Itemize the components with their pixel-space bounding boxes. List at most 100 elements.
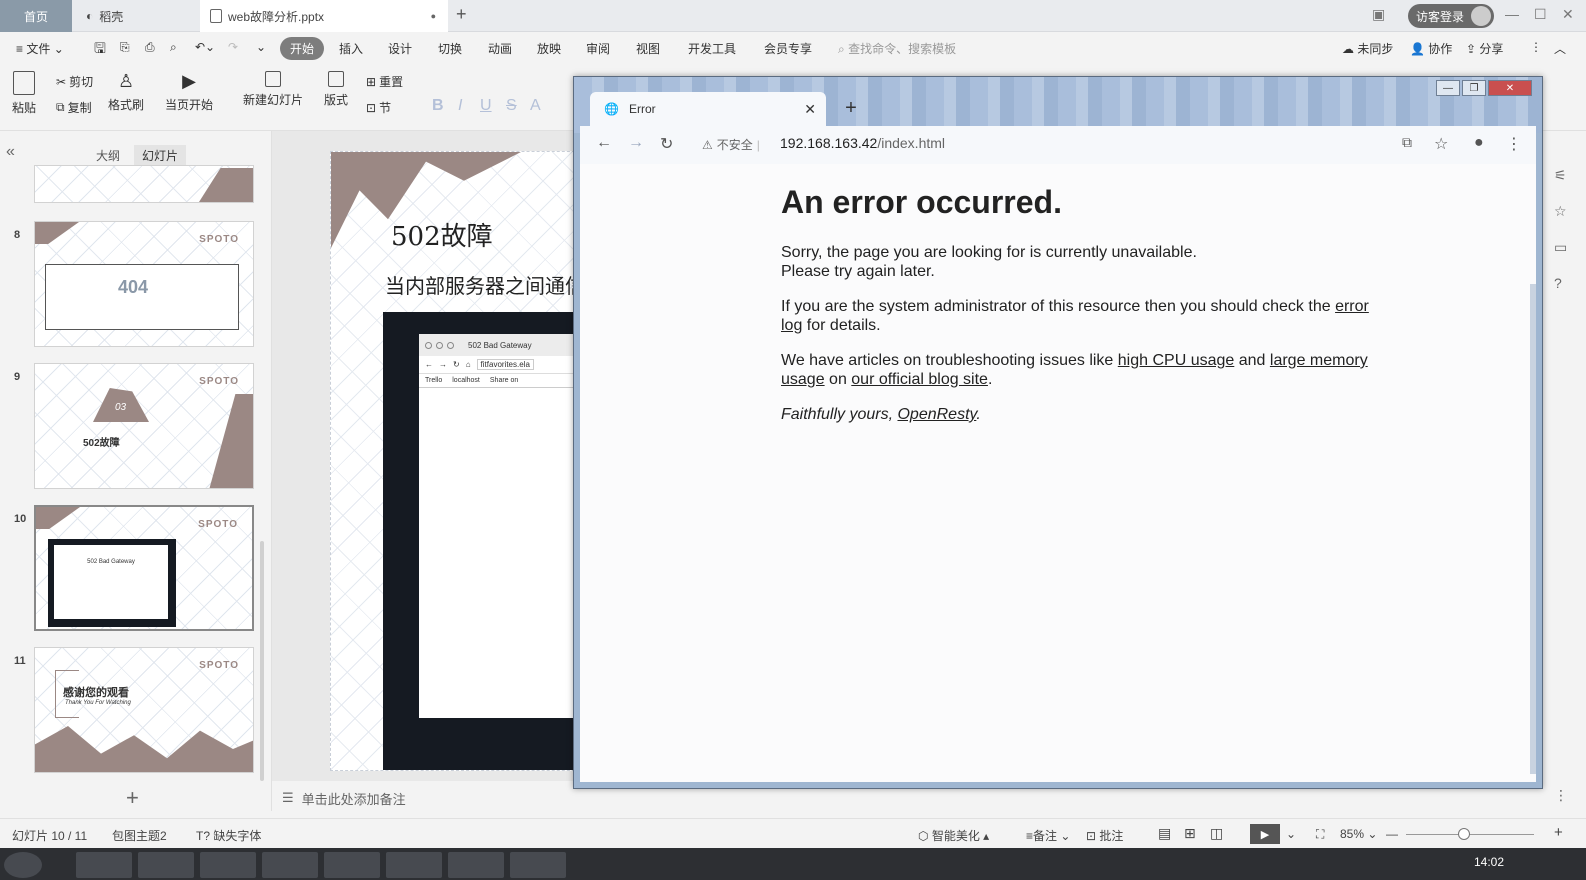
tab-close-icon[interactable]: ✕ <box>804 101 816 118</box>
minimize-icon[interactable]: — <box>1505 6 1519 22</box>
browser-minimize-icon[interactable]: — <box>1436 80 1460 96</box>
slide-subtitle[interactable]: 当内部服务器之间通信 <box>385 270 585 299</box>
comment-icon[interactable]: ▭ <box>1554 239 1567 256</box>
tab-home[interactable]: 首页 <box>0 0 72 32</box>
menu-member[interactable]: 会员专享 <box>764 40 812 57</box>
redo-icon[interactable]: ↷ <box>228 40 238 54</box>
save-icon[interactable]: 🖫 <box>94 38 106 62</box>
undo-icon[interactable]: ↶⌄ <box>195 40 215 54</box>
slide-thumbnail-7[interactable] <box>34 165 254 203</box>
share-button[interactable]: ⇪ 分享 <box>1466 40 1503 57</box>
reset-button[interactable]: ⊞ 重置 <box>366 73 403 90</box>
window-layout-icon[interactable]: ▣ <box>1372 6 1385 23</box>
more-dots-icon[interactable]: ⋮ <box>1554 787 1568 804</box>
page-scrollbar[interactable] <box>1530 284 1536 774</box>
menu-transition[interactable]: 切换 <box>438 40 462 57</box>
bold-icon[interactable]: B <box>432 97 444 115</box>
taskbar-app[interactable] <box>200 852 256 878</box>
strikethrough-icon[interactable]: S <box>506 97 517 115</box>
add-slide-icon[interactable]: + <box>126 785 139 811</box>
command-search[interactable]: ⌕ 查找命令、搜索模板 <box>838 40 956 57</box>
new-slide-button[interactable]: 新建幻灯片 <box>243 71 303 108</box>
font-color-icon[interactable]: A <box>530 97 541 115</box>
menu-home[interactable]: 开始 <box>280 37 325 60</box>
profile-icon[interactable]: ● <box>1474 134 1484 152</box>
bookmark-star-icon[interactable]: ☆ <box>1434 134 1448 154</box>
menu-view[interactable]: 视图 <box>636 40 660 57</box>
close-icon[interactable]: ✕ <box>1562 6 1574 23</box>
openresty-link[interactable]: OpenResty <box>897 406 976 423</box>
zoom-in-icon[interactable]: + <box>1554 824 1563 841</box>
comments-toggle[interactable]: ⊡ 批注 <box>1086 827 1123 844</box>
adjust-icon[interactable]: ⚟ <box>1554 167 1567 184</box>
panel-scrollbar[interactable] <box>260 541 264 781</box>
cut-button[interactable]: ✂ 剪切 <box>56 73 93 90</box>
slide-title[interactable]: 502故障 <box>391 216 493 253</box>
taskbar-app[interactable] <box>510 852 566 878</box>
collapse-panel-icon[interactable]: « <box>6 143 15 161</box>
underline-icon[interactable]: U <box>480 97 492 115</box>
browser-menu-icon[interactable]: ⋮ <box>1506 134 1522 154</box>
fit-window-icon[interactable]: ⛶ <box>1316 827 1324 842</box>
tab-outline[interactable]: 大纲 <box>88 145 128 166</box>
zoom-level[interactable]: 85% ⌄ <box>1340 827 1377 841</box>
customize-icon[interactable]: ⌄ <box>256 40 266 54</box>
taskbar-app[interactable] <box>76 852 132 878</box>
browser-window[interactable]: — ❐ ✕ 🌐 Error ✕ + ← → ↻ ⚠ 不安全 | 192.168.… <box>573 76 1543 789</box>
menu-review[interactable]: 审阅 <box>586 40 610 57</box>
slide-thumbnail-8[interactable]: SPOTO 404 <box>34 221 254 347</box>
print-preview-icon[interactable]: ⌕ <box>170 40 177 55</box>
maximize-icon[interactable]: ☐ <box>1534 6 1547 23</box>
play-options-icon[interactable]: ⌄ <box>1286 827 1296 841</box>
taskbar-app[interactable] <box>448 852 504 878</box>
copy-button[interactable]: ⧉ 复制 <box>56 99 92 116</box>
reload-icon[interactable]: ↻ <box>660 134 673 154</box>
new-tab-plus-icon[interactable]: + <box>456 4 467 25</box>
star-icon[interactable]: ☆ <box>1554 203 1567 220</box>
reading-view-icon[interactable]: ◫ <box>1210 825 1223 842</box>
italic-icon[interactable]: I <box>458 97 462 115</box>
missing-font-button[interactable]: T? 缺失字体 <box>196 827 261 844</box>
paste-button[interactable]: 粘贴 <box>12 71 36 116</box>
play-from-current-button[interactable]: ▶ 当页开始 <box>165 71 213 113</box>
high-cpu-link[interactable]: high CPU usage <box>1118 352 1235 369</box>
theme-name[interactable]: 包图主题2 <box>112 827 167 844</box>
tab-slides[interactable]: 幻灯片 <box>134 145 187 166</box>
start-icon[interactable] <box>4 852 42 878</box>
menu-design[interactable]: 设计 <box>388 40 412 57</box>
translate-icon[interactable]: ⧉ <box>1402 134 1412 151</box>
more-icon[interactable]: ⋮ <box>1530 40 1542 54</box>
taskbar-app[interactable] <box>386 852 442 878</box>
export-icon[interactable]: ⎘ <box>120 40 130 55</box>
section-button[interactable]: ⊡ 节 <box>366 99 391 116</box>
zoom-slider-handle[interactable] <box>1458 828 1470 840</box>
taskbar-app[interactable] <box>262 852 318 878</box>
collapse-ribbon-icon[interactable]: ︿ <box>1554 40 1566 57</box>
menu-animation[interactable]: 动画 <box>488 40 512 57</box>
print-icon[interactable]: ⎙ <box>145 40 155 55</box>
beautify-button[interactable]: ⬡ 智能美化 ▴ <box>918 827 989 844</box>
address-bar[interactable]: 192.168.163.42/index.html <box>780 135 945 151</box>
collab-button[interactable]: 👤 协作 <box>1410 40 1452 57</box>
browser-tab-error[interactable]: 🌐 Error ✕ <box>590 92 826 126</box>
current-slide[interactable]: 502故障 当内部服务器之间通信 502 Bad Gateway ← → ↻ ⌂ fi… <box>330 151 590 771</box>
zoom-out-icon[interactable]: — <box>1386 827 1398 841</box>
format-painter-button[interactable]: ♙ 格式刷 <box>108 71 144 113</box>
blog-site-link[interactable]: our official blog site <box>851 371 988 388</box>
slideshow-play-button[interactable]: ▶ <box>1250 824 1280 844</box>
screenshot-frame[interactable]: 502 Bad Gateway ← → ↻ ⌂ fitfavorites.ela Tr… <box>383 312 589 770</box>
slide-thumbnail-10[interactable]: SPOTO 502 Bad Gateway <box>34 505 254 631</box>
sync-status[interactable]: ☁ 未同步 <box>1342 40 1393 57</box>
notes-toggle[interactable]: ≡备注 ⌄ <box>1026 827 1070 844</box>
sorter-view-icon[interactable]: ⊞ <box>1184 825 1196 842</box>
slide-thumbnail-9[interactable]: SPOTO 03 502故障 <box>34 363 254 489</box>
new-tab-icon[interactable]: + <box>838 95 864 121</box>
security-indicator[interactable]: ⚠ 不安全 | <box>702 136 760 153</box>
browser-close-icon[interactable]: ✕ <box>1488 80 1532 96</box>
menu-file[interactable]: ≡ 文件 ⌄ <box>16 40 64 57</box>
browser-restore-icon[interactable]: ❐ <box>1462 80 1486 96</box>
zoom-slider-track[interactable] <box>1406 834 1534 835</box>
menu-insert[interactable]: 插入 <box>339 40 363 57</box>
layout-button[interactable]: 版式 <box>324 71 348 108</box>
tab-daoke[interactable]: ◐ 稻壳 <box>74 0 194 32</box>
